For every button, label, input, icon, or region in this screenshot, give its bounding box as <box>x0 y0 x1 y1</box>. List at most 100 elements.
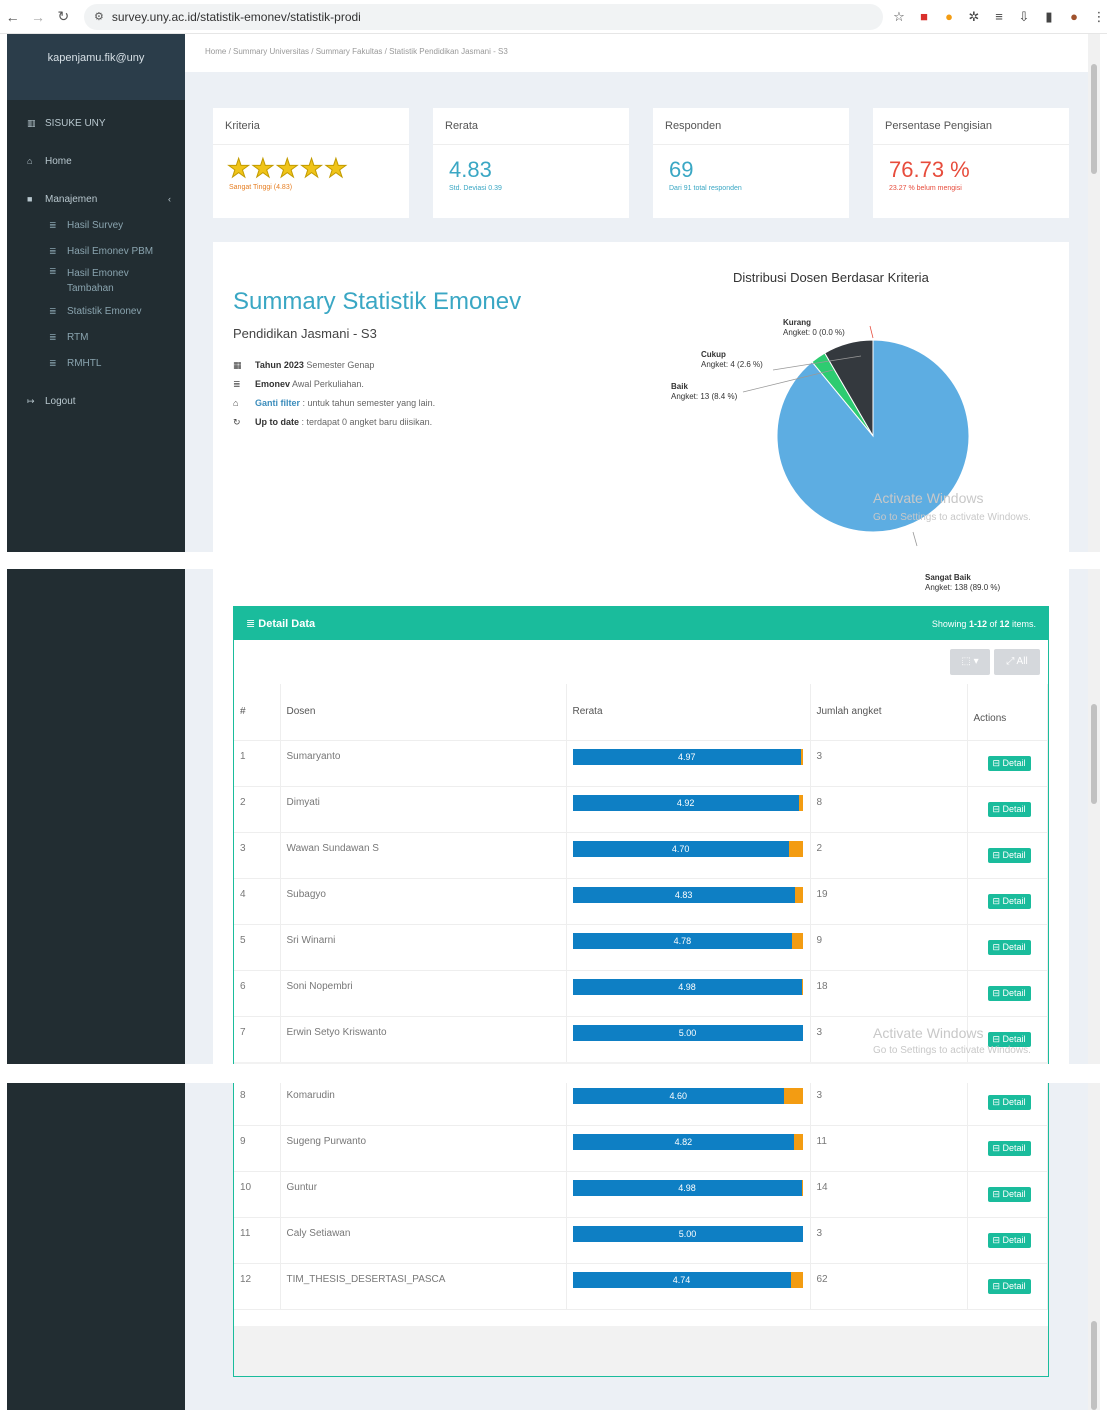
scrollbar[interactable] <box>1088 569 1100 1064</box>
site-info-icon[interactable]: ⚙ <box>94 10 104 23</box>
screenshot-panel-1: kapenjamu.fik@uny ▥ SISUKE UNY ⌂ Home ■ Man… <box>7 34 1100 552</box>
detail-button[interactable]: ⊟ Detail <box>987 755 1031 771</box>
detail-button[interactable]: ⊟ Detail <box>987 893 1031 909</box>
detail-button[interactable]: ⊟ Detail <box>987 1095 1031 1110</box>
detail-icon: ⊟ <box>992 849 1003 860</box>
col-no[interactable]: # <box>234 684 281 740</box>
detail-icon: ⊟ <box>992 803 1003 814</box>
sidebar-item-manajemen[interactable]: ■ Manajemen ‹ <box>7 186 185 212</box>
browser-toolbar: ← → ↻ ⚙ survey.uny.ac.id/statistik-emone… <box>0 0 1107 34</box>
detail-button[interactable]: ⊟ Detail <box>987 1141 1031 1156</box>
bookmark-star-icon[interactable]: ☆ <box>891 9 907 25</box>
pie-label-kurang: Kurang Angket: 0 (0.0 %) <box>783 318 845 337</box>
breadcrumb-fakultas[interactable]: Summary Fakultas <box>316 47 383 56</box>
activate-windows-watermark: Activate Windows <box>873 490 984 506</box>
col-dosen[interactable]: Dosen <box>280 684 567 740</box>
download-icon[interactable]: ⇩ <box>1016 9 1032 25</box>
sidebar-item-rmhtl[interactable]: ≣ RMHTL <box>7 350 185 376</box>
table-body: 1 Sumaryanto 4.97 3 ⊟ Detail 2 Dimyati 4.92 8 ⊟ D… <box>234 739 1048 1062</box>
back-icon[interactable]: ← <box>0 9 25 25</box>
sidebar-item-hasil-emonev-tambahan[interactable]: ≣ Hasil Emonev Tambahan <box>7 264 185 298</box>
kpi-value: 69 <box>669 157 694 182</box>
table-row: 11 Caly Setiawan 5.00 3 ⊟ Detail <box>234 1217 1048 1264</box>
rerata-bar-fill: 4.98 <box>572 1180 802 1196</box>
row-rerata: 5.00 <box>566 1217 811 1264</box>
browser-extensions: ☆ ■ ● ✲ ≡ ⇩ ▮ ● ⋮ <box>891 9 1107 25</box>
scrollbar[interactable] <box>1088 34 1100 552</box>
rerata-progress-bar: 5.00 <box>572 1024 803 1041</box>
forward-icon[interactable]: → <box>25 9 50 25</box>
browser-menu-icon[interactable]: ⋮ <box>1091 9 1107 25</box>
table-row: 10 Guntur 4.98 14 ⊟ Detail <box>234 1171 1048 1218</box>
pie-label-cukup: Cukup Angket: 4 (2.6 %) <box>701 350 763 369</box>
row-actions: ⊟ Detail <box>967 877 1048 924</box>
breadcrumb-universitas[interactable]: Summary Universitas <box>233 47 309 56</box>
extension-red-icon[interactable]: ■ <box>916 9 932 24</box>
table-body: 8 Komarudin 4.60 3 ⊟ Detail 9 Sugeng Purwanto 4… <box>234 1083 1048 1326</box>
reload-icon[interactable]: ↻ <box>51 8 76 25</box>
kpi-header: Responden <box>653 108 849 145</box>
detail-button[interactable]: ⊟ Detail <box>987 1279 1031 1294</box>
row-number: 10 <box>234 1171 281 1218</box>
detail-table: # Dosen Rerata Jumlah angket Actions 1 Su… <box>234 684 1048 1062</box>
kpi-header: Rerata <box>433 108 629 145</box>
breadcrumb-home[interactable]: Home <box>205 47 226 56</box>
rerata-progress-bar: 4.92 <box>572 794 803 811</box>
row-dosen: Caly Setiawan <box>280 1217 567 1264</box>
detail-button[interactable]: ⊟ Detail <box>987 939 1031 955</box>
row-rerata: 4.82 <box>566 1125 811 1172</box>
list-icon: ≣ <box>49 245 57 256</box>
row-rerata: 4.74 <box>566 1263 811 1310</box>
row-number: 9 <box>234 1125 281 1172</box>
row-dosen: Erwin Setyo Kriswanto <box>280 1015 567 1062</box>
sidebar-item-home[interactable]: ⌂ Home <box>7 148 185 174</box>
extensions-puzzle-icon[interactable]: ✲ <box>966 9 982 25</box>
address-bar[interactable]: ⚙ survey.uny.ac.id/statistik-emonev/stat… <box>83 3 883 30</box>
scrollbar[interactable] <box>1088 1083 1100 1410</box>
sidebar: kapenjamu.fik@uny ▥ SISUKE UNY ⌂ Home ■ Man… <box>7 34 185 552</box>
rerata-progress-bar: 4.60 <box>572 1088 803 1104</box>
row-rerata: 5.00 <box>566 1015 811 1062</box>
row-number: 8 <box>234 1083 281 1126</box>
kpi-rerata: Rerata 4.83 Std. Deviasi 0.39 <box>433 108 629 218</box>
five-stars-icon: ★★★★★ <box>227 153 349 184</box>
profile-avatar-icon[interactable]: ● <box>1066 9 1082 24</box>
detail-button[interactable]: ⊟ Detail <box>987 847 1031 863</box>
logout-icon: ↦ <box>27 395 35 406</box>
detail-data-title: Detail Data <box>258 618 316 630</box>
detail-icon: ⊟ <box>992 1033 1003 1044</box>
rerata-progress-bar: 4.98 <box>572 978 803 995</box>
detail-button[interactable]: ⊟ Detail <box>987 1187 1031 1202</box>
kpi-sub: Std. Deviasi 0.39 <box>449 185 502 192</box>
row-jumlah: 14 <box>810 1171 968 1218</box>
row-number: 7 <box>234 1015 281 1062</box>
show-all-button[interactable]: ⤢ All <box>994 649 1040 675</box>
kpi-header: Persentase Pengisian <box>873 108 1069 145</box>
table-row: 9 Sugeng Purwanto 4.82 11 ⊟ Detail <box>234 1125 1048 1172</box>
sidebar-item-sisuke[interactable]: ▥ SISUKE UNY <box>7 110 185 136</box>
list-icon: ≣ <box>246 618 259 630</box>
col-rerata[interactable]: Rerata <box>566 684 811 740</box>
sidebar <box>7 1083 185 1410</box>
table-row: 5 Sri Winarni 4.78 9 ⊟ Detail <box>234 923 1048 970</box>
detail-button[interactable]: ⊟ Detail <box>987 801 1031 817</box>
sidebar-item-rtm[interactable]: ≣ RTM <box>7 324 185 350</box>
sidebar-item-statistik-emonev[interactable]: ≣ Statistik Emonev <box>7 298 185 324</box>
media-icon[interactable]: ≡ <box>991 9 1007 24</box>
row-actions: ⊟ Detail <box>967 1083 1048 1126</box>
kpi-kriteria: Kriteria ★★★★★ Sangat Tinggi (4.83) <box>213 108 409 218</box>
col-jumlah[interactable]: Jumlah angket <box>810 684 968 740</box>
sidebar-item-logout[interactable]: ↦ Logout <box>7 388 185 414</box>
export-button[interactable]: ⬚ ▾ <box>950 649 990 675</box>
col-actions: Actions <box>967 684 1048 740</box>
row-jumlah: 18 <box>810 969 968 1016</box>
row-jumlah: 3 <box>810 739 968 786</box>
sidebar-item-hasil-emonev-pbm[interactable]: ≣ Hasil Emonev PBM <box>7 238 185 264</box>
sidebar-item-hasil-survey[interactable]: ≣ Hasil Survey <box>7 212 185 238</box>
detail-button[interactable]: ⊟ Detail <box>987 1233 1031 1248</box>
sidepanel-icon[interactable]: ▮ <box>1041 9 1057 25</box>
row-actions: ⊟ Detail <box>967 1125 1048 1172</box>
detail-icon: ⊟ <box>992 1143 1003 1153</box>
detail-button[interactable]: ⊟ Detail <box>987 985 1031 1001</box>
extension-orange-icon[interactable]: ● <box>941 9 957 24</box>
